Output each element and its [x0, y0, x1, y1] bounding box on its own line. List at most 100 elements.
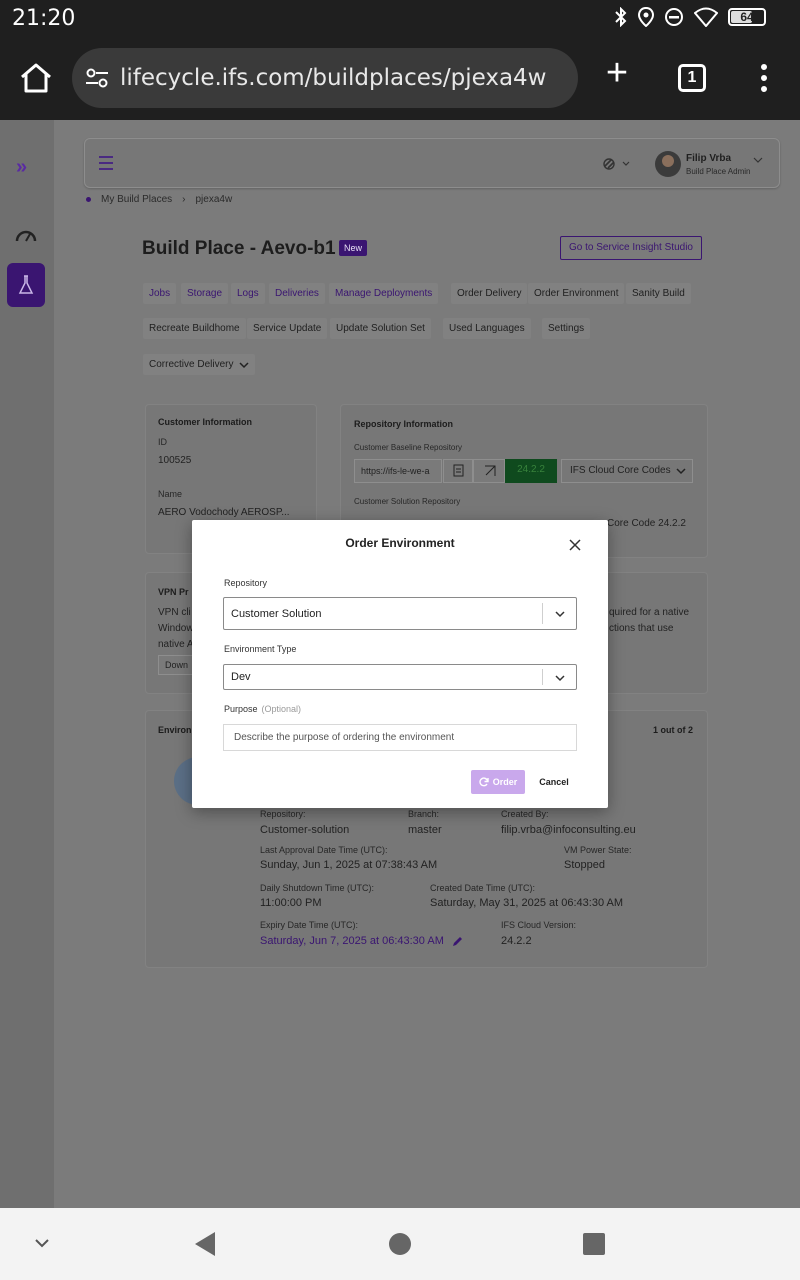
breadcrumb-root[interactable]: My Build Places — [101, 194, 172, 205]
site-settings-icon[interactable] — [84, 65, 110, 91]
menu-icon[interactable] — [99, 156, 113, 174]
repository-select-value: Customer Solution — [231, 608, 322, 620]
url-text: lifecycle.ifs.com/buildplaces/pjexa4w — [120, 65, 547, 91]
tab-corrective-delivery[interactable]: Corrective Delivery — [143, 354, 256, 375]
env-version-value: 24.2.2 — [501, 935, 532, 947]
close-icon[interactable] — [568, 538, 582, 552]
env-repository-value: Customer-solution — [260, 824, 350, 836]
chevron-down-icon — [676, 468, 686, 475]
link-icon[interactable] — [603, 157, 631, 171]
status-icons: 64 — [614, 7, 766, 27]
address-bar[interactable]: lifecycle.ifs.com/buildplaces/pjexa4w — [72, 48, 578, 108]
env-created-label: Created Date Time (UTC): — [430, 883, 536, 893]
tab-sanity-build[interactable]: Sanity Build — [626, 283, 691, 304]
tab-switcher-button[interactable]: 1 — [678, 64, 706, 92]
env-shutdown-label: Daily Shutdown Time (UTC): — [260, 883, 375, 893]
tab-order-environment[interactable]: Order Environment — [528, 283, 625, 304]
repository-label: Repository — [224, 578, 268, 588]
tab-settings[interactable]: Settings — [542, 318, 591, 339]
tab-corrective-delivery-label: Corrective Delivery — [149, 359, 234, 370]
home-icon[interactable] — [18, 62, 54, 94]
env-expiry-label: Expiry Date Time (UTC): — [260, 920, 359, 930]
status-time: 21:20 — [12, 6, 76, 31]
android-navigation-bar — [0, 1208, 800, 1280]
service-insight-studio-button[interactable]: Go to Service Insight Studio — [560, 236, 702, 260]
repository-select[interactable]: Customer Solution — [223, 597, 577, 630]
env-repository-label: Repository: — [260, 809, 306, 819]
tab-update-solution-set[interactable]: Update Solution Set — [330, 318, 431, 339]
tab-order-delivery[interactable]: Order Delivery — [451, 283, 528, 304]
baseline-repo-select[interactable]: IFS Cloud Core Codes — [561, 459, 693, 483]
environment-type-label: Environment Type — [224, 644, 297, 654]
recents-square-icon[interactable] — [582, 1232, 606, 1256]
vpn-text-right-2: ctions that use — [609, 623, 674, 634]
env-branch-label: Branch: — [408, 809, 440, 819]
breadcrumb-current: pjexa4w — [195, 194, 233, 205]
env-expiry-value[interactable]: Saturday, Jun 7, 2025 at 06:43:30 AM — [260, 935, 444, 947]
open-repo-button[interactable] — [473, 459, 505, 483]
env-created-by-label: Created By: — [501, 809, 549, 819]
tab-used-languages[interactable]: Used Languages — [443, 318, 531, 339]
customer-id-label: ID — [158, 437, 167, 447]
user-name[interactable]: Filip Vrba — [686, 153, 731, 164]
tab-storage[interactable]: Storage — [181, 283, 229, 304]
customer-name-label: Name — [158, 489, 183, 499]
dashboard-gauge-icon[interactable] — [15, 228, 37, 242]
status-badge: New — [339, 240, 368, 256]
order-button[interactable]: Order — [471, 770, 525, 794]
cancel-button[interactable]: Cancel — [532, 770, 576, 794]
location-icon — [638, 7, 654, 27]
customer-name-value: AERO Vodochody AEROSP... — [158, 507, 290, 518]
expand-sidebar-icon[interactable]: » — [16, 156, 27, 179]
order-environment-dialog: Order Environment Repository Customer So… — [192, 520, 608, 808]
status-bar: 21:20 64 — [0, 0, 800, 36]
back-icon[interactable] — [193, 1230, 217, 1258]
home-circle-icon[interactable] — [388, 1232, 412, 1256]
more-menu-icon[interactable] — [756, 64, 772, 94]
dialog-title: Order Environment — [345, 536, 455, 550]
purpose-optional-hint: (Optional) — [261, 704, 302, 714]
build-place-nav-item[interactable] — [7, 263, 45, 307]
new-tab-button[interactable]: + — [600, 54, 634, 92]
environments-count: 1 out of 2 — [653, 725, 693, 735]
tab-logs[interactable]: Logs — [231, 283, 265, 304]
wifi-icon — [694, 7, 718, 27]
chevron-down-icon — [555, 611, 565, 618]
order-button-label: Order — [492, 777, 518, 787]
environment-type-select[interactable]: Dev — [223, 664, 577, 690]
app-header: Filip Vrba Build Place Admin — [84, 138, 780, 188]
environments-title: Environ — [158, 725, 192, 735]
tab-deliveries[interactable]: Deliveries — [269, 283, 325, 304]
tab-jobs[interactable]: Jobs — [143, 283, 177, 304]
page-title: Build Place - Aevo-b1 — [142, 238, 336, 259]
chevron-down-icon[interactable] — [753, 156, 763, 164]
tab-service-update[interactable]: Service Update — [247, 318, 328, 339]
avatar[interactable] — [655, 151, 681, 177]
env-vm-state-value: Stopped — [564, 859, 605, 871]
vpn-title: VPN Pr — [158, 587, 189, 597]
edit-pencil-icon[interactable] — [452, 935, 464, 947]
solution-repo-label: Customer Solution Repository — [354, 497, 461, 506]
baseline-repo-url[interactable]: https://ifs-le-we-a — [354, 459, 442, 483]
tab-recreate-buildhome[interactable]: Recreate Buildhome — [143, 318, 246, 339]
bluetooth-icon — [615, 7, 627, 27]
customer-info-title: Customer Information — [158, 417, 253, 427]
refresh-icon — [479, 777, 489, 787]
env-vm-state-label: VM Power State: — [564, 845, 632, 855]
flask-icon — [18, 275, 34, 294]
chevron-down-icon[interactable] — [34, 1238, 50, 1248]
breadcrumb-separator-icon: › — [182, 194, 186, 205]
env-shutdown-value: 11:00:00 PM — [260, 897, 322, 909]
vpn-text-line-3: native A — [158, 639, 194, 650]
breadcrumb: My Build Places › pjexa4w — [86, 194, 232, 205]
copy-url-button[interactable] — [443, 459, 473, 483]
left-sidebar: » — [0, 120, 54, 1208]
repo-info-title: Repository Information — [354, 419, 454, 429]
customer-id-value: 100525 — [158, 455, 192, 466]
breadcrumb-dot-icon — [86, 197, 91, 202]
tab-manage-deployments[interactable]: Manage Deployments — [329, 283, 439, 304]
user-role: Build Place Admin — [686, 167, 751, 176]
baseline-version-badge: 24.2.2 — [505, 459, 557, 483]
vpn-text-line-1: VPN cli — [158, 607, 191, 618]
purpose-input[interactable] — [223, 724, 577, 751]
